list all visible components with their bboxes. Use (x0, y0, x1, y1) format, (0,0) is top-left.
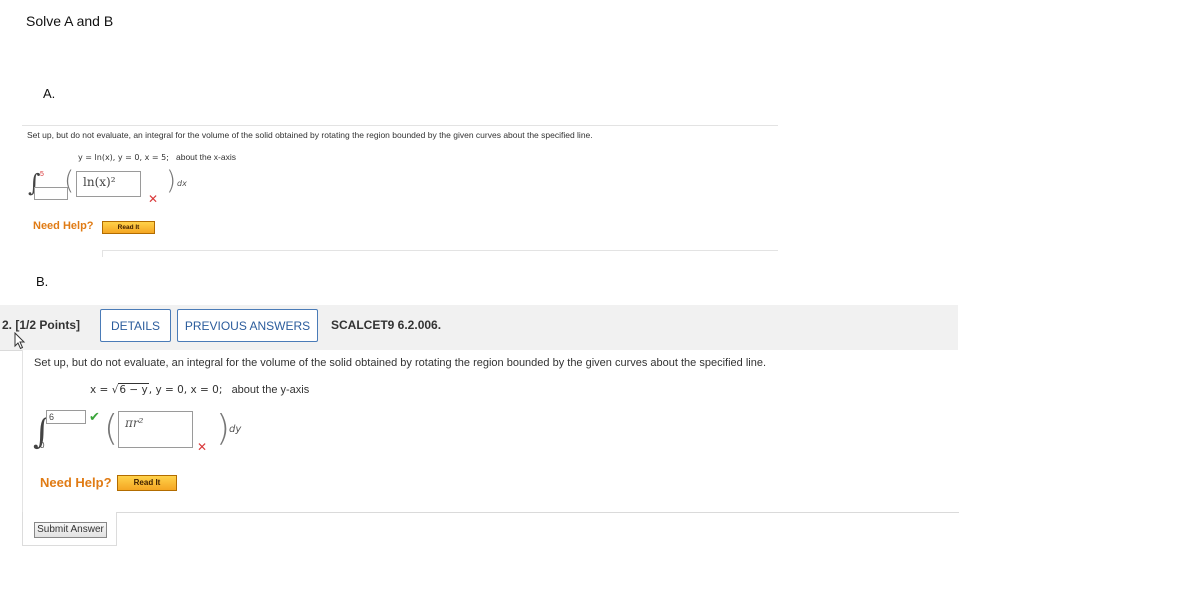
part-a-axis: about the x-axis (175, 152, 236, 162)
part-a-lower-limit-input[interactable] (34, 187, 68, 200)
part-a-prompt: Set up, but do not evaluate, an integral… (27, 130, 593, 140)
part-b-upper-limit-input[interactable]: 6 (46, 410, 86, 424)
part-b-curve-lhs: x = (90, 384, 112, 396)
part-b-points: 2. [1/2 Points] (2, 318, 81, 332)
part-b-axis: about the y-axis (231, 384, 310, 396)
part-b-need-help: Need Help? (40, 475, 112, 490)
part-b-open-paren: ( (104, 408, 119, 449)
part-a-close-paren: ) (166, 166, 177, 196)
part-a-integrand-input[interactable]: ln(x)² (76, 171, 141, 197)
part-a-differential: dx (177, 179, 187, 188)
part-b-differential: dy (229, 424, 242, 435)
part-b-label: B. (36, 274, 49, 289)
part-a-integrand-value: ln(x)² (83, 175, 116, 189)
part-a-open-paren: ( (64, 166, 75, 196)
part-a-curve-equations: y = ln(x), y = 0, x = 5; (78, 153, 169, 162)
part-a-bottom-divider (102, 250, 778, 251)
part-b-curves: x = √6 − y, y = 0, x = 0; about the y-ax… (90, 383, 310, 396)
part-a-need-help: Need Help? (33, 220, 94, 232)
part-b-integrand-input[interactable]: πr² (118, 411, 193, 448)
part-b-prompt: Set up, but do not evaluate, an integral… (34, 357, 766, 369)
part-b-read-it-button[interactable]: Read It (117, 475, 177, 491)
part-b-radicand: 6 − y (118, 383, 149, 396)
part-b-sqrt: √6 − y (112, 383, 149, 396)
previous-answers-button[interactable]: PREVIOUS ANSWERS (177, 309, 318, 342)
part-a-top-divider (22, 125, 778, 126)
part-a-read-it-button[interactable]: Read It (102, 221, 155, 234)
part-b-curve-rest: , y = 0, x = 0; (148, 384, 223, 396)
document-title: Solve A and B (26, 13, 114, 29)
details-button[interactable]: DETAILS (100, 309, 171, 342)
part-a-incorrect-icon: ✕ (148, 192, 159, 206)
part-b-problem-code: SCALCET9 6.2.006. (331, 318, 442, 332)
part-a-bottom-divider-tick (102, 250, 103, 257)
part-b-integrand-value: πr² (125, 416, 144, 430)
part-b-upper-limit-value: 6 (49, 412, 55, 422)
part-a-curves: y = ln(x), y = 0, x = 5; about the x-axi… (78, 152, 236, 162)
part-b-incorrect-icon: ✕ (197, 440, 208, 454)
part-b-upper-limit-correct-icon: ✔ (89, 410, 100, 425)
part-b-close-paren: ) (216, 408, 231, 449)
part-a-upper-limit: 5 (40, 171, 44, 178)
part-b-lower-limit: 0 (40, 441, 45, 450)
submit-answer-button[interactable]: Submit Answer (34, 522, 107, 538)
mouse-cursor-icon (14, 332, 26, 350)
part-a-label: A. (43, 86, 56, 101)
